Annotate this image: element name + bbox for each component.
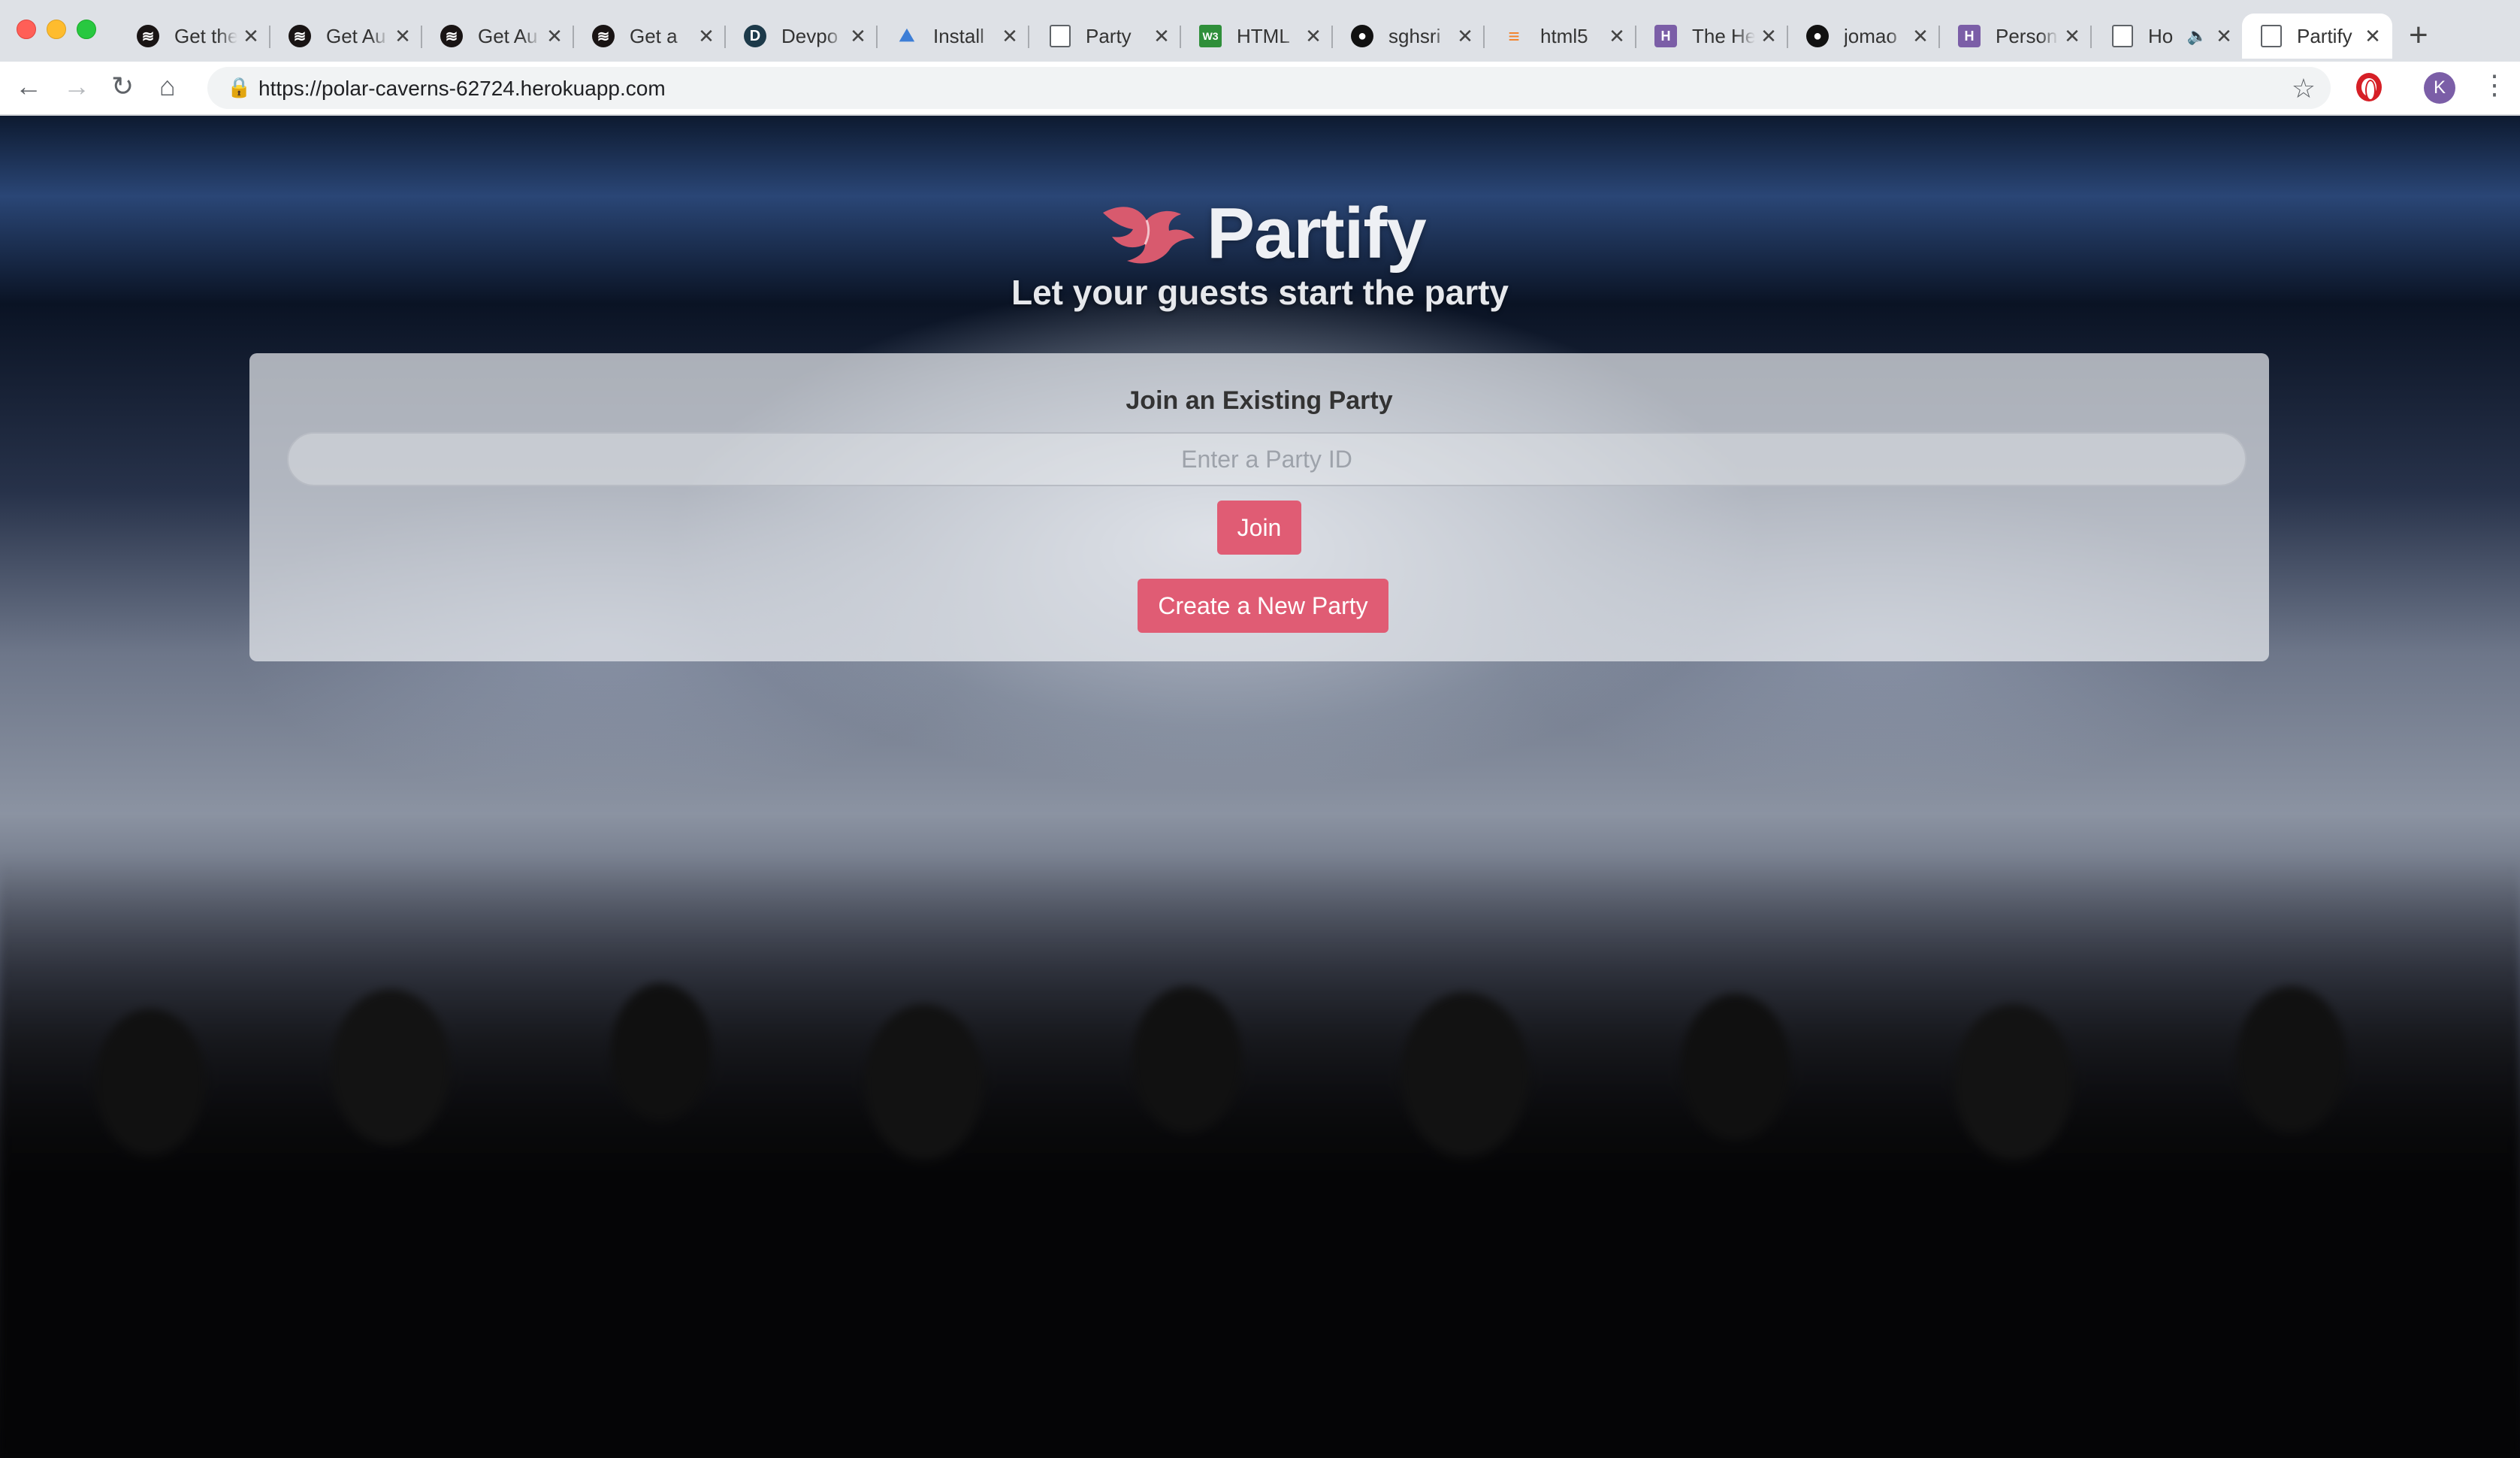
close-icon[interactable]: ✕ <box>693 25 720 48</box>
browser-tab[interactable]: Party ✕ <box>1031 14 1181 59</box>
tab-title: sghsri <box>1388 24 1441 47</box>
url-text[interactable]: https://polar-caverns-62724.herokuapp.co… <box>258 77 666 101</box>
close-icon[interactable]: ✕ <box>2359 25 2386 48</box>
browser-tab[interactable]: ≋ Get Au ✕ <box>424 14 574 59</box>
spotify-icon: ≋ <box>137 25 159 47</box>
browser-tab[interactable]: ⛰ Install ✕ <box>879 14 1029 59</box>
browser-tab[interactable]: H The He ✕ <box>1638 14 1788 59</box>
lock-icon[interactable]: 🔒 <box>227 76 251 99</box>
join-heading: Join an Existing Party <box>1126 386 1393 415</box>
close-icon[interactable]: ✕ <box>845 25 872 48</box>
close-icon[interactable]: ✕ <box>237 25 264 48</box>
party-id-input[interactable] <box>287 432 2247 486</box>
browser-tab[interactable]: ≡ html5 ✕ <box>1486 14 1636 59</box>
minimize-window-button[interactable] <box>47 20 66 39</box>
close-icon[interactable]: ✕ <box>1603 25 1630 48</box>
tab-title: Devpo <box>781 24 838 47</box>
spotify-icon: ≋ <box>592 25 615 47</box>
close-icon[interactable]: ✕ <box>1755 25 1782 48</box>
github-icon: ● <box>1351 25 1373 47</box>
fullscreen-window-button[interactable] <box>77 20 96 39</box>
join-party-panel: Join an Existing Party Join Create a New… <box>249 353 2269 661</box>
phoenix-logo-icon <box>1103 207 1195 264</box>
close-icon[interactable]: ✕ <box>1907 25 1934 48</box>
tab-title: Get a <box>630 24 678 47</box>
browser-tab-active[interactable]: Partify ✕ <box>2242 14 2392 59</box>
crowd-background-image <box>0 857 2520 1458</box>
close-icon[interactable]: ✕ <box>1300 25 1327 48</box>
spotify-icon: ≋ <box>440 25 463 47</box>
create-party-button[interactable]: Create a New Party <box>1138 579 1388 633</box>
tab-title: Ho <box>2148 24 2174 47</box>
close-icon[interactable]: ✕ <box>2210 25 2237 48</box>
tab-title: html5 <box>1540 24 1588 47</box>
browser-tab-strip: ≋ Get the ✕ ≋ Get Au ✕ ≋ Get Au ✕ ≋ Get … <box>0 0 2520 62</box>
spotify-icon: ≋ <box>289 25 311 47</box>
profile-avatar[interactable]: K <box>2424 72 2455 104</box>
tab-title: HTML <box>1237 24 1290 47</box>
browser-toolbar: ← → ↻ ⌂ 🔒 https://polar-caverns-62724.he… <box>0 62 2520 116</box>
browser-tab[interactable]: ● sghsri ✕ <box>1334 14 1485 59</box>
close-icon[interactable]: ✕ <box>541 25 568 48</box>
github-icon: ● <box>1806 25 1829 47</box>
reload-icon[interactable]: ↻ <box>111 71 134 102</box>
tab-title: Partify <box>2297 24 2352 47</box>
tab-title: Person <box>1996 24 2058 47</box>
heroku-icon: H <box>1654 25 1677 47</box>
close-icon[interactable]: ✕ <box>2059 25 2086 48</box>
close-icon[interactable]: ✕ <box>996 25 1023 48</box>
browser-tab[interactable]: ● jomao ✕ <box>1790 14 1940 59</box>
address-bar[interactable]: 🔒 https://polar-caverns-62724.herokuapp.… <box>207 67 2331 109</box>
page-icon <box>2261 25 2282 47</box>
close-icon[interactable]: ✕ <box>1148 25 1175 48</box>
close-icon[interactable]: ✕ <box>389 25 416 48</box>
close-icon[interactable]: ✕ <box>1452 25 1479 48</box>
opera-extension-icon[interactable] <box>2356 73 2382 101</box>
tab-title: Get Au <box>478 24 538 47</box>
back-arrow-icon[interactable]: ← <box>15 71 42 102</box>
tab-title: Install <box>933 24 984 47</box>
browser-tab[interactable]: D Devpo ✕ <box>727 14 878 59</box>
browser-tab[interactable]: Ho 🔈 ✕ <box>2093 14 2244 59</box>
devpost-icon: D <box>744 25 766 47</box>
kebab-menu-icon[interactable]: ⋮ <box>2481 69 2508 101</box>
stackoverflow-icon: ≡ <box>1508 24 1520 47</box>
heroku-icon: H <box>1958 25 1981 47</box>
tab-title: Party <box>1086 24 1132 47</box>
tab-title: Get Au <box>326 24 386 47</box>
page-background: Partify Let your guests start the party … <box>0 116 2520 1458</box>
close-window-button[interactable] <box>17 20 36 39</box>
tagline: Let your guests start the party <box>1011 273 1509 312</box>
browser-tab[interactable]: H Person ✕ <box>1941 14 2092 59</box>
browser-tab[interactable]: ≋ Get the ✕ <box>120 14 270 59</box>
home-icon[interactable]: ⌂ <box>159 71 176 102</box>
browser-tab[interactable]: W3 HTML ✕ <box>1183 14 1333 59</box>
tab-title: jomao <box>1844 24 1897 47</box>
tab-title: Get the <box>174 24 237 47</box>
browser-tab[interactable]: ≋ Get Au ✕ <box>272 14 422 59</box>
forward-arrow-icon[interactable]: → <box>63 71 90 102</box>
html-icon: W3 <box>1199 25 1222 47</box>
bookmark-star-icon[interactable]: ☆ <box>2292 73 2316 104</box>
new-tab-button[interactable]: + <box>2409 17 2428 54</box>
page-icon <box>1050 25 1071 47</box>
brand-name: Partify <box>1207 193 1427 274</box>
brand-logo: Partify <box>1100 192 1427 275</box>
install-icon: ⛰ <box>899 26 915 46</box>
speaker-icon[interactable]: 🔈 <box>2187 26 2207 46</box>
page-icon <box>2112 25 2133 47</box>
join-button[interactable]: Join <box>1217 501 1301 555</box>
browser-tab[interactable]: ≋ Get a ✕ <box>576 14 726 59</box>
tab-title: The He <box>1692 24 1755 47</box>
